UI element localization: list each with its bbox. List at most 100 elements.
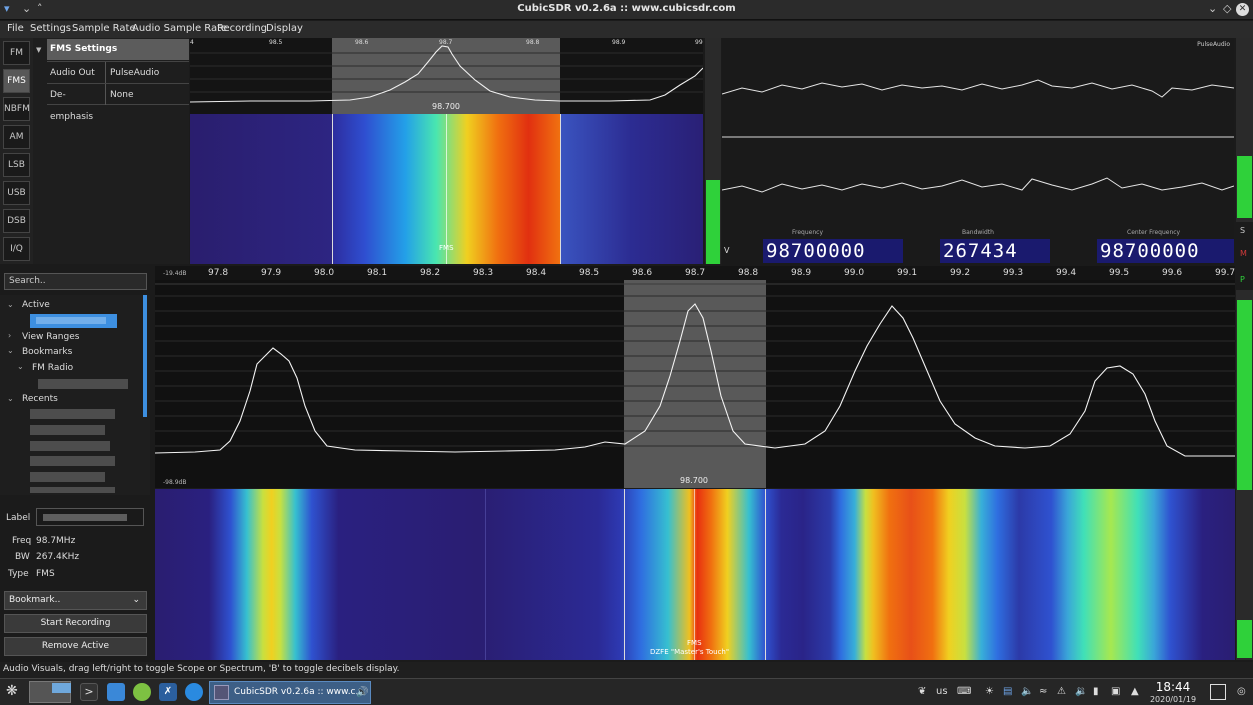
- close-window-button[interactable]: ✕: [1236, 3, 1249, 16]
- gain-meter-bottom[interactable]: [1236, 290, 1253, 660]
- menu-audio-sample-rate[interactable]: Audio Sample Rate: [132, 23, 227, 34]
- mode-fm-button[interactable]: FM: [3, 41, 30, 65]
- clock-date[interactable]: 2020/01/19: [1143, 695, 1203, 704]
- app-shortcut-icon[interactable]: [133, 683, 151, 701]
- menu-file[interactable]: File: [7, 23, 24, 34]
- spectrum-m-toggle[interactable]: M: [1240, 249, 1247, 258]
- editor-icon[interactable]: ✗: [159, 683, 177, 701]
- setting-value[interactable]: None: [110, 84, 133, 106]
- audio-scope[interactable]: PulseAudio: [722, 38, 1234, 240]
- keyboard-layout[interactable]: us: [936, 686, 948, 697]
- demod-spectrum-panel[interactable]: 4 98.5 98.6 98.7 98.8 98.9 99 98.700 FMS: [190, 38, 703, 264]
- tree-item-fm-radio[interactable]: FM Radio: [32, 363, 73, 373]
- type-value: FMS: [36, 569, 55, 579]
- recent-entry[interactable]: [30, 409, 115, 419]
- expand-icon[interactable]: ⌄: [17, 362, 24, 371]
- keyboard-icon[interactable]: ⌨: [957, 686, 971, 697]
- recent-entry[interactable]: [30, 487, 115, 493]
- tree-item-view-ranges[interactable]: View Ranges: [22, 332, 79, 342]
- display-icon[interactable]: ▣: [1111, 686, 1120, 697]
- frequency-digits[interactable]: 98700000: [763, 239, 903, 263]
- recent-entry[interactable]: [30, 456, 115, 466]
- menu-display[interactable]: Display: [266, 23, 303, 34]
- audio-playing-icon[interactable]: 🔊: [356, 682, 368, 703]
- tree-scrollbar[interactable]: [143, 295, 147, 417]
- battery-icon[interactable]: ▮: [1093, 686, 1099, 697]
- bw-value: 267.4KHz: [36, 552, 80, 562]
- collapse-icon[interactable]: ▼: [36, 46, 41, 54]
- brightness-icon[interactable]: ☀: [985, 686, 994, 697]
- expand-icon[interactable]: ⌄: [7, 346, 14, 355]
- bandwidth-caption: Bandwidth: [962, 229, 994, 236]
- bandwidth-digits[interactable]: 267434: [940, 239, 1050, 263]
- terminal-icon[interactable]: >: [80, 683, 98, 701]
- top-tick: 98.8: [526, 39, 540, 46]
- menu-bar: File Settings Sample Rate Audio Sample R…: [0, 21, 1253, 38]
- mode-am-button[interactable]: AM: [3, 125, 30, 149]
- file-manager-icon[interactable]: [107, 683, 125, 701]
- expand-icon[interactable]: ⌄: [7, 300, 14, 309]
- network-icon[interactable]: ≈: [1039, 686, 1047, 697]
- mode-nbfm-button[interactable]: NBFM: [3, 97, 30, 121]
- clipboard-icon[interactable]: ▤: [1003, 686, 1012, 697]
- setting-row-audio-out[interactable]: Audio Out PulseAudio: [47, 61, 189, 83]
- recent-entry[interactable]: [30, 472, 105, 482]
- expand-icon[interactable]: ⌄: [7, 394, 14, 403]
- pager-desktop[interactable]: [29, 681, 71, 703]
- main-waterfall[interactable]: FMS DZFE "Master's Touch": [155, 489, 1235, 660]
- gain-meter-bottom-fill: [1237, 300, 1252, 490]
- tree-item-bookmarks[interactable]: Bookmarks: [22, 347, 72, 357]
- notifications-icon[interactable]: ⚠: [1057, 686, 1066, 697]
- mode-lsb-button[interactable]: LSB: [3, 153, 30, 177]
- status-bar: Audio Visuals, drag left/right to toggle…: [0, 662, 1253, 678]
- tray-expand-icon[interactable]: ▲: [1131, 686, 1139, 697]
- menu-sample-rate[interactable]: Sample Rate: [72, 23, 136, 34]
- active-item-selected[interactable]: [30, 314, 117, 328]
- remove-active-button[interactable]: Remove Active: [4, 637, 147, 656]
- browser-icon[interactable]: [185, 683, 203, 701]
- setting-key: Audio Out: [50, 62, 106, 83]
- mode-dsb-button[interactable]: DSB: [3, 209, 30, 233]
- recent-entry[interactable]: [30, 441, 110, 451]
- center-frequency-digits[interactable]: 98700000: [1097, 239, 1234, 263]
- mode-fms-button[interactable]: FMS: [3, 69, 30, 93]
- menu-settings[interactable]: Settings: [30, 23, 71, 34]
- setting-value[interactable]: PulseAudio: [110, 62, 159, 84]
- audio-volume-icon[interactable]: 🔉: [1075, 686, 1087, 697]
- bookmark-dropdown[interactable]: Bookmark.. ⌄: [4, 591, 147, 610]
- gain-meter-top[interactable]: [1236, 38, 1253, 222]
- spectrum-p-toggle[interactable]: P: [1240, 275, 1245, 284]
- scope-trace-left: [722, 79, 1234, 98]
- spectrum-s-toggle[interactable]: S: [1240, 226, 1245, 235]
- demod-spectrum[interactable]: 4 98.5 98.6 98.7 98.8 98.9 99 98.700: [190, 38, 703, 114]
- lock-icon[interactable]: ◎: [1237, 686, 1246, 697]
- menu-recording[interactable]: Recording: [217, 23, 267, 34]
- bookmark-search-input[interactable]: Search..: [4, 273, 147, 290]
- squelch-meter[interactable]: [705, 38, 721, 264]
- maximize-window-icon[interactable]: ◇: [1223, 2, 1231, 15]
- demod-waterfall[interactable]: FMS: [190, 114, 703, 264]
- app-launcher-icon[interactable]: ❋: [6, 683, 18, 699]
- clock-time[interactable]: 18:44: [1145, 680, 1201, 694]
- tree-item-recents[interactable]: Recents: [22, 394, 58, 404]
- input-method-icon[interactable]: ❦: [918, 686, 926, 697]
- setting-row-de-emphasis[interactable]: De-emphasis None: [47, 83, 189, 122]
- expand-icon[interactable]: ›: [8, 331, 11, 340]
- bookmark-entry[interactable]: [38, 379, 128, 389]
- mode-usb-button[interactable]: USB: [3, 181, 30, 205]
- volume-icon[interactable]: 🔈: [1021, 686, 1033, 697]
- taskbar-cubicsdr-item[interactable]: CubicSDR v0.2.6a :: www.c... 🔊: [209, 681, 371, 704]
- tree-item-active[interactable]: Active: [22, 300, 50, 310]
- recent-entry[interactable]: [30, 425, 105, 435]
- center-line: [446, 114, 447, 264]
- taskbar-cubicsdr-title: CubicSDR v0.2.6a :: www.c...: [234, 687, 365, 697]
- mode-iq-button[interactable]: I/Q: [3, 237, 30, 261]
- start-recording-button[interactable]: Start Recording: [4, 614, 147, 633]
- main-tick: 99.3: [1003, 268, 1024, 278]
- minimize-window-icon[interactable]: ⌄: [1208, 2, 1217, 15]
- top-tick: 98.5: [269, 39, 283, 46]
- main-tick: 98.8: [738, 268, 759, 278]
- show-desktop-icon[interactable]: [1210, 684, 1226, 700]
- main-spectrum[interactable]: -19.4dB -98.9dB 97.8 97.9 98.0 98.1 98.2…: [155, 266, 1235, 488]
- label-input[interactable]: [36, 508, 144, 526]
